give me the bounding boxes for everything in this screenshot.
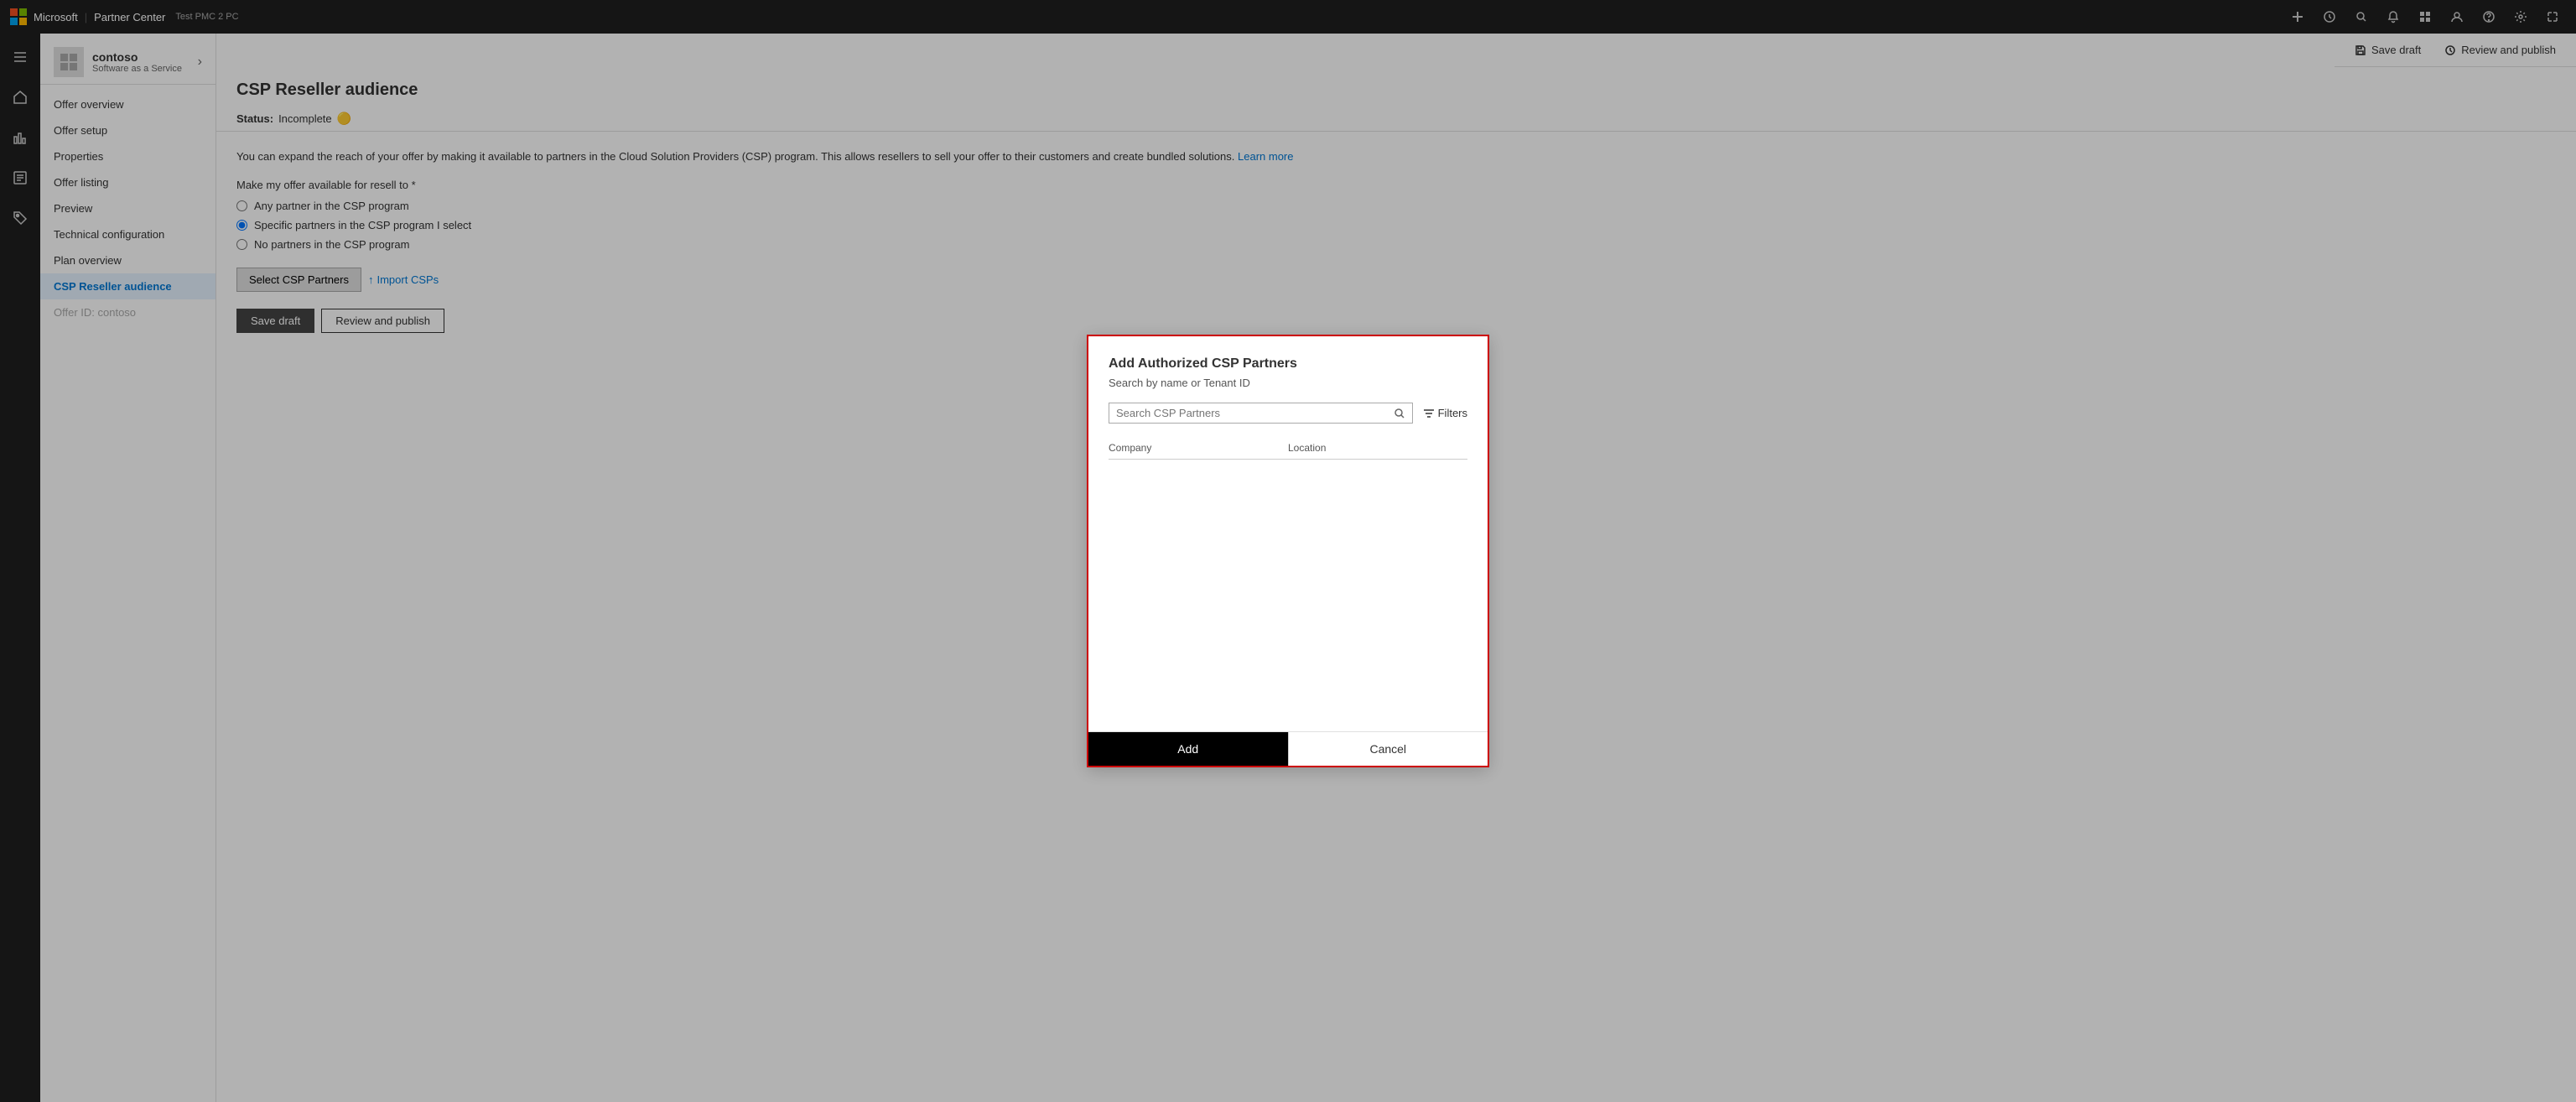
modal-title: Add Authorized CSP Partners (1109, 356, 1467, 372)
modal-footer: Add Cancel (1088, 731, 1488, 766)
table-col-company: Company (1109, 442, 1288, 454)
modal-overlay: Add Authorized CSP Partners Search by na… (0, 0, 2576, 1102)
modal-table-body (1109, 460, 1467, 711)
filter-icon (1423, 408, 1435, 419)
add-csp-partners-modal: Add Authorized CSP Partners Search by na… (1087, 335, 1489, 767)
cancel-button[interactable]: Cancel (1288, 732, 1488, 766)
modal-search-box (1109, 403, 1413, 424)
modal-search-row: Filters (1109, 403, 1467, 424)
filters-button[interactable]: Filters (1423, 407, 1467, 419)
modal-table-header: Company Location (1109, 437, 1467, 460)
search-input-icon (1394, 408, 1405, 419)
add-button[interactable]: Add (1088, 732, 1288, 766)
modal-body: Add Authorized CSP Partners Search by na… (1088, 336, 1488, 731)
table-col-location: Location (1288, 442, 1467, 454)
csp-search-input[interactable] (1116, 407, 1389, 419)
modal-subtitle: Search by name or Tenant ID (1109, 377, 1467, 389)
